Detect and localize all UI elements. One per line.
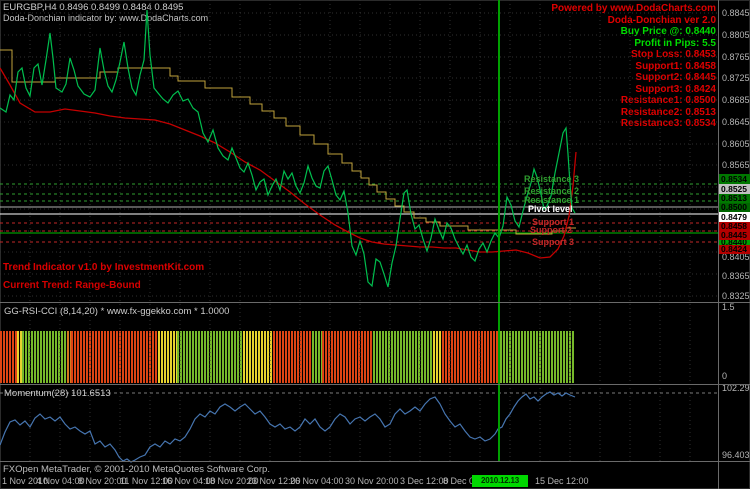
gg-rsi-cci-title: GG-RSI-CCI (8,14,20) * www.fx-ggekko.com…	[4, 306, 230, 317]
signal-panel-line: Resistance2: 0.8513	[620, 106, 716, 118]
signal-panel-line: Resistance3: 0.8534	[620, 118, 716, 129]
price-axis-highlight-box: 0.8513	[719, 194, 750, 203]
price-axis-label: 0.8605	[722, 139, 750, 149]
price-axis-highlight-box: 0.8458	[719, 222, 750, 231]
indicator-credit-header: Doda-Donchian indicator by: www.DodaChar…	[3, 13, 209, 23]
doda-signal-panel: Powered by www.DodaCharts.com Doda-Donchi…	[551, 3, 716, 130]
signal-panel-line: Resistance1: 0.8500	[620, 95, 716, 106]
momentum-title: Momentum(28) 101.6513	[4, 388, 111, 399]
price-axis-label: 96.4037	[722, 450, 750, 460]
signal-panel-line: Powered by www.DodaCharts.com	[551, 3, 716, 14]
price-axis-highlight-box: 0.8479	[719, 212, 750, 222]
signal-panel-line: Profit in Pips: 5.5	[634, 37, 716, 49]
price-axis-label: 1.5	[722, 302, 735, 312]
gg-rsi-cci-bars	[0, 331, 718, 383]
price-axis-label: 0.8645	[722, 117, 750, 127]
level-label: Support 2	[530, 225, 572, 235]
signal-panel-line: Support1: 0.8458	[635, 60, 716, 72]
gg-bar-segment	[22, 331, 67, 383]
level-label: Resistance 3	[524, 174, 580, 184]
price-axis-separator	[718, 0, 719, 489]
time-axis-label: 15 Dec 12:00	[535, 476, 589, 486]
panel-separator	[0, 302, 750, 303]
price-axis-highlight-box: 0.8424	[719, 245, 750, 254]
gg-bar-segment	[500, 331, 574, 383]
signal-panel-line: Doda-Donchian ver 2.0	[607, 14, 716, 26]
trend-indicator-credit: Trend Indicator v1.0 by InvestmentKit.co…	[3, 262, 205, 273]
gg-bar-segment	[243, 331, 273, 383]
level-label: Support 3	[532, 237, 574, 247]
gg-bar-segment	[373, 331, 433, 383]
gg-bar-segment	[312, 331, 322, 383]
signal-panel-line: Support3: 0.8424	[635, 83, 716, 95]
price-axis-highlight-box: 0.8445	[719, 231, 750, 240]
time-axis-label: 3 Dec 12:00	[400, 476, 449, 486]
gg-bar-segment	[71, 331, 158, 383]
level-label: Pivot level	[528, 204, 573, 214]
gg-bar-segment	[273, 331, 312, 383]
gg-bar-segment	[433, 331, 442, 383]
price-axis-label: 0.8845	[722, 8, 750, 18]
price-axis-label: 0	[722, 371, 728, 381]
price-axis-label: 0.8725	[722, 73, 750, 83]
price-axis-label: 0.8325	[722, 291, 750, 301]
signal-panel-line: Buy Price @: 0.8440	[620, 26, 716, 37]
axis-separator	[0, 461, 750, 462]
signal-panel-line: Support2: 0.8445	[635, 72, 716, 83]
price-axis-label: 0.8365	[722, 271, 750, 281]
panel-separator	[0, 384, 750, 385]
gg-bar-segment	[442, 331, 500, 383]
time-axis-label: 26 Nov 04:00	[290, 476, 344, 486]
gg-bar-segment	[0, 331, 17, 383]
price-axis-highlight-box: 0.8534	[719, 174, 750, 184]
symbol-ohlc-header: EURGBP,H4 0.8496 0.8499 0.8484 0.8495	[3, 2, 184, 13]
cursor-time-badge: 2010.12.13 12:00	[472, 475, 528, 489]
platform-copyright: FXOpen MetaTrader, © 2001-2010 MetaQuote…	[3, 464, 270, 475]
mt4-chart-window: EURGBP,H4 0.8496 0.8499 0.8484 0.8495 Do…	[0, 0, 750, 489]
price-axis-label: 0.8805	[722, 30, 750, 40]
price-axis-label: 0.8765	[722, 52, 750, 62]
current-trend-status: Current Trend: Range-Bound	[3, 280, 141, 291]
price-axis-highlight-box: 0.8525	[719, 184, 750, 194]
gg-bar-segment	[177, 331, 243, 383]
price-axis-highlight-box: 0.8500	[719, 203, 750, 212]
signal-panel-line: Stop Loss: 0.8453	[630, 49, 716, 60]
time-axis-label: 30 Nov 20:00	[345, 476, 399, 486]
gg-bar-segment	[158, 331, 177, 383]
price-axis-label: 0.8565	[722, 160, 750, 170]
gg-bar-segment	[322, 331, 373, 383]
price-axis-label: 0.8685	[722, 95, 750, 105]
